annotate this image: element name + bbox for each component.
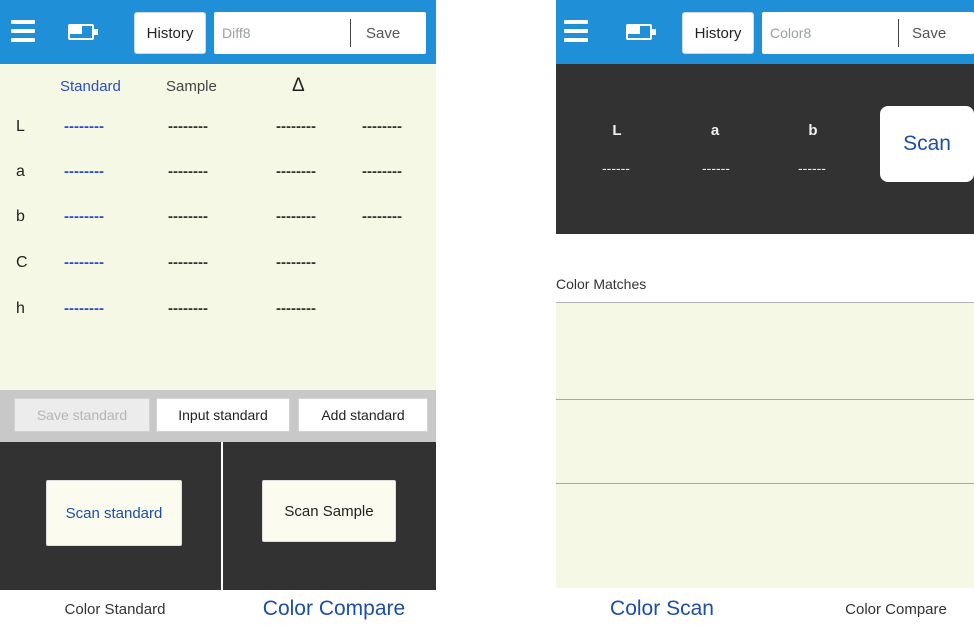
name-field[interactable]: Color8 Save [762,12,974,54]
color-scan-screen: History Color8 Save L a b ------ ------ … [556,0,974,628]
scan-divider [221,442,223,590]
sample-h-value: -------- [168,300,208,317]
history-button[interactable]: History [134,12,206,54]
standard-b-value: -------- [64,208,104,225]
delta-b-value: -------- [276,208,316,225]
tab-bar: Color Scan Color Compare [556,590,974,628]
column-header-sample: Sample [166,78,217,95]
delta-l-value: -------- [276,118,316,135]
scan-standard-button[interactable]: Scan standard [46,480,182,546]
sample-a-value: -------- [168,163,208,180]
history-button[interactable]: History [682,12,754,54]
delta-a-value: -------- [276,163,316,180]
standard-l-value: -------- [64,118,104,135]
lab-label-l: L [612,122,622,139]
battery-icon[interactable] [68,24,98,40]
color-compare-screen: History Diff8 Save Standard Sample Δ L -… [0,0,436,628]
scan-button[interactable]: Scan [880,106,974,182]
lab-value-b: ------ [798,160,826,176]
tab-color-standard[interactable]: Color Standard [30,596,200,622]
row-label-b: b [16,208,25,225]
extra-l-value: -------- [362,118,402,135]
column-header-standard: Standard [60,78,121,95]
name-field[interactable]: Diff8 Save [214,12,426,54]
lab-value-l: ------ [602,160,630,176]
sample-l-value: -------- [168,118,208,135]
tab-color-compare[interactable]: Color Compare [236,596,432,622]
lab-label-b: b [808,122,818,139]
name-field-value: Color8 [770,25,812,41]
sample-c-value: -------- [168,254,208,271]
lab-readout-panel: L a b ------ ------ ------ Scan [556,64,974,234]
field-divider [350,19,351,47]
color-matches-title: Color Matches [556,276,647,292]
save-button[interactable]: Save [912,12,946,54]
standard-actions-bar: Save standard Input standard Add standar… [0,390,436,442]
row-label-c: C [16,254,28,271]
scan-area: Scan standard Scan Sample [0,442,436,590]
row-label-h: h [16,300,25,317]
battery-icon[interactable] [626,24,656,40]
save-button[interactable]: Save [366,12,400,54]
menu-icon[interactable] [11,20,35,42]
top-bar: History Color8 Save [556,0,974,64]
extra-a-value: -------- [362,163,402,180]
save-standard-button[interactable]: Save standard [14,398,150,432]
list-item[interactable] [556,483,974,484]
row-label-a: a [16,163,25,180]
row-label-l: L [16,118,25,135]
scan-sample-button[interactable]: Scan Sample [262,480,396,542]
lab-value-a: ------ [702,160,730,176]
delta-c-value: -------- [276,254,316,271]
extra-b-value: -------- [362,208,402,225]
tab-bar: Color Standard Color Compare [0,590,436,628]
name-field-value: Diff8 [222,25,251,41]
sample-b-value: -------- [168,208,208,225]
input-standard-button[interactable]: Input standard [156,398,290,432]
tab-color-compare[interactable]: Color Compare [824,596,968,622]
list-item[interactable] [556,399,974,400]
menu-icon[interactable] [564,20,588,42]
standard-h-value: -------- [64,300,104,317]
column-header-delta: Δ [292,75,305,96]
top-bar: History Diff8 Save [0,0,436,64]
standard-a-value: -------- [64,163,104,180]
color-matches-list [556,302,974,588]
measurement-table: Standard Sample Δ L -------- -------- --… [0,64,436,390]
delta-h-value: -------- [276,300,316,317]
standard-c-value: -------- [64,254,104,271]
field-divider [898,19,899,47]
tab-color-scan[interactable]: Color Scan [592,596,732,622]
lab-label-a: a [710,122,720,139]
add-standard-button[interactable]: Add standard [298,398,428,432]
